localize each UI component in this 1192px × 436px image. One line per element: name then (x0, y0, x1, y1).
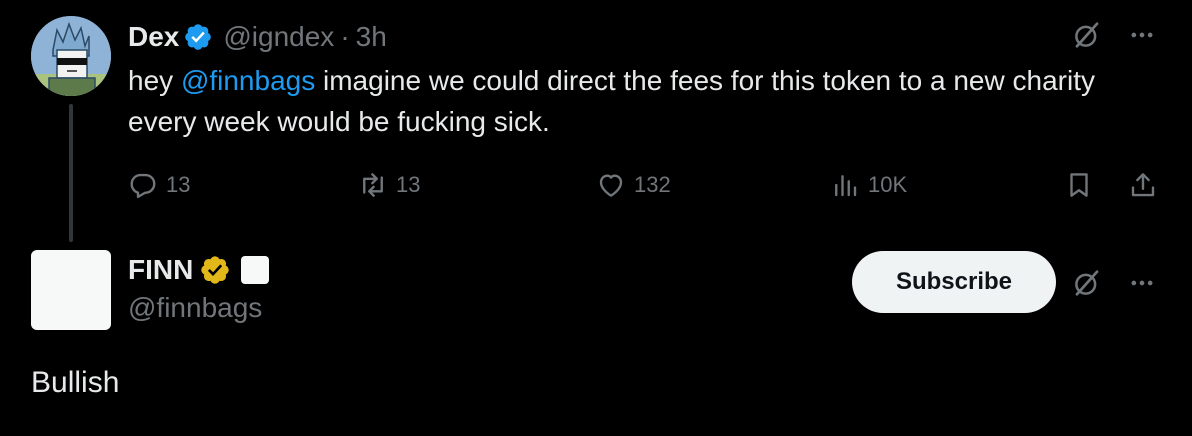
affiliate-badge[interactable] (241, 256, 270, 284)
separator-dot: · (340, 21, 350, 52)
thread-connector-line (69, 104, 73, 242)
tweet-actions-bar: 13 13 132 10K (128, 166, 1168, 204)
views-count: 10K (868, 172, 908, 197)
repost-icon (363, 173, 383, 197)
author-handle[interactable]: @finnbags (128, 292, 262, 324)
subscribe-button[interactable]: Subscribe (852, 251, 1056, 313)
author-handle[interactable]: @igndex (223, 21, 334, 53)
tweet-header: Dex @igndex · 3h (128, 18, 387, 56)
bookmark-button[interactable] (1064, 166, 1102, 204)
grok-icon[interactable] (1072, 268, 1102, 298)
grok-icon[interactable] (1072, 20, 1102, 50)
mention-link[interactable]: @finnbags (181, 65, 315, 96)
avatar[interactable] (31, 16, 111, 96)
reply-header: FINN (128, 250, 270, 290)
gold-verified-badge-icon[interactable] (199, 254, 231, 286)
like-button[interactable]: 132 (596, 166, 671, 204)
tweet-corner-actions (1072, 20, 1156, 50)
tweet-text: hey @finnbags imagine we could direct th… (128, 60, 1128, 142)
tweet-text-prefix: hey (128, 65, 181, 96)
reply-count: 13 (166, 172, 191, 197)
share-icon (1131, 173, 1155, 197)
more-icon[interactable] (1128, 21, 1156, 49)
like-icon (599, 174, 623, 197)
author-name[interactable]: FINN (128, 254, 193, 286)
verified-badge-icon[interactable] (183, 22, 213, 52)
more-icon[interactable] (1128, 269, 1156, 297)
share-button[interactable] (1128, 166, 1166, 204)
reply-button[interactable]: 13 (128, 166, 190, 204)
author-name[interactable]: Dex (128, 21, 179, 53)
repost-count: 13 (396, 172, 421, 197)
like-count: 132 (634, 172, 671, 197)
views-icon (835, 175, 857, 197)
reply-icon (130, 173, 156, 199)
repost-button[interactable]: 13 (358, 166, 420, 204)
reply-corner-actions (1072, 268, 1156, 298)
pixel-avatar-icon (31, 16, 111, 96)
views-button[interactable]: 10K (830, 166, 907, 204)
bookmark-icon (1070, 173, 1088, 197)
avatar[interactable] (31, 250, 111, 330)
reply-text: Bullish (31, 366, 120, 399)
timestamp[interactable]: 3h (356, 21, 387, 53)
